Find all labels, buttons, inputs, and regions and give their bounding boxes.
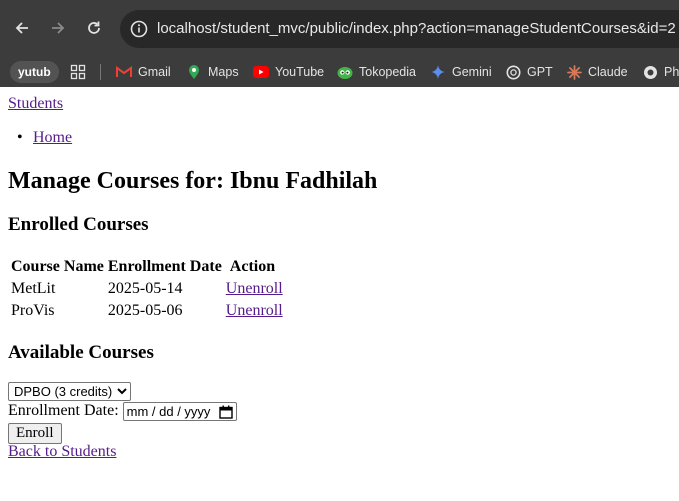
enrollment-date-cell: 2025-05-14 xyxy=(107,280,183,297)
table-row: MetLit 2025-05-14 Unenroll xyxy=(10,279,284,299)
bookmark-gemini[interactable]: Gemini xyxy=(430,62,492,82)
address-bar[interactable]: localhost/student_mvc/public/index.php?a… xyxy=(120,10,679,48)
bookmark-label: GPT xyxy=(527,65,553,79)
list-bullet: • xyxy=(17,129,23,146)
brand-link-students[interactable]: Students xyxy=(8,95,63,112)
enroll-button[interactable]: Enroll xyxy=(8,423,62,444)
bookmark-label: Claude xyxy=(588,65,628,79)
bookmark-label: Gmail xyxy=(138,65,171,79)
claude-icon xyxy=(566,64,582,80)
site-info-icon[interactable] xyxy=(129,19,149,39)
column-header: Action xyxy=(229,258,276,275)
enrolled-heading: Enrolled Courses xyxy=(8,214,149,235)
column-header: Enrollment Date xyxy=(107,258,222,275)
nav-home-link[interactable]: Home xyxy=(33,129,72,146)
bookmark-icon xyxy=(642,64,658,80)
bookmark-gpt[interactable]: GPT xyxy=(505,62,553,82)
openai-icon xyxy=(505,64,521,80)
date-placeholder: mm / dd / yyyy xyxy=(126,404,211,419)
available-heading: Available Courses xyxy=(8,342,154,363)
gmail-icon xyxy=(116,64,132,80)
bookmark-pha[interactable]: Pha xyxy=(642,62,679,82)
bookmark-label: Pha xyxy=(664,65,679,79)
enrolled-courses-table: Course Name Enrollment Date Action MetLi… xyxy=(8,255,286,323)
unenroll-link[interactable]: Unenroll xyxy=(226,302,283,319)
maps-icon xyxy=(186,64,202,80)
bookmarks-bar: yutub Gmail Maps YouTube Tokopedia Gemin… xyxy=(0,56,679,87)
bookmark-label: YouTube xyxy=(275,65,325,79)
course-name-cell: MetLit xyxy=(11,280,56,297)
forward-icon[interactable] xyxy=(45,15,71,41)
browser-toolbar: localhost/student_mvc/public/index.php?a… xyxy=(0,0,679,56)
course-name-cell: ProVis xyxy=(11,302,55,319)
back-icon[interactable] xyxy=(9,15,35,41)
address-url[interactable]: localhost/student_mvc/public/index.php?a… xyxy=(157,20,676,37)
enrollment-date-input[interactable]: mm / dd / yyyy xyxy=(122,402,237,421)
back-to-students-link[interactable]: Back to Students xyxy=(8,443,116,460)
bookmark-gmail[interactable]: Gmail xyxy=(116,62,171,82)
gemini-icon xyxy=(430,64,446,80)
tokopedia-icon xyxy=(337,64,353,80)
calendar-icon[interactable] xyxy=(218,405,233,419)
browser-chrome: localhost/student_mvc/public/index.php?a… xyxy=(0,0,679,87)
reload-icon[interactable] xyxy=(81,15,107,41)
page-title: Manage Courses for: Ibnu Fadhilah xyxy=(8,168,378,194)
apps-grid-icon[interactable] xyxy=(70,62,86,82)
bookmark-label: Tokopedia xyxy=(359,65,416,79)
bookmark-label: Gemini xyxy=(452,65,492,79)
profile-chip[interactable]: yutub xyxy=(10,61,59,83)
enrollment-date-cell: 2025-05-06 xyxy=(107,302,183,319)
table-row: ProVis 2025-05-06 Unenroll xyxy=(10,301,284,321)
bookmark-tokopedia[interactable]: Tokopedia xyxy=(337,62,416,82)
course-select[interactable]: DPBO (3 credits) xyxy=(8,382,131,401)
enrollment-date-label: Enrollment Date: xyxy=(8,402,119,420)
column-header: Course Name xyxy=(11,258,104,275)
table-header-row: Course Name Enrollment Date Action xyxy=(10,257,284,277)
bookmark-youtube[interactable]: YouTube xyxy=(253,62,324,82)
bookmark-maps[interactable]: Maps xyxy=(186,62,239,82)
youtube-icon xyxy=(253,64,269,80)
bookmark-claude[interactable]: Claude xyxy=(566,62,628,82)
bookmark-separator xyxy=(100,64,101,80)
bookmark-label: Maps xyxy=(208,65,239,79)
unenroll-link[interactable]: Unenroll xyxy=(226,280,283,297)
